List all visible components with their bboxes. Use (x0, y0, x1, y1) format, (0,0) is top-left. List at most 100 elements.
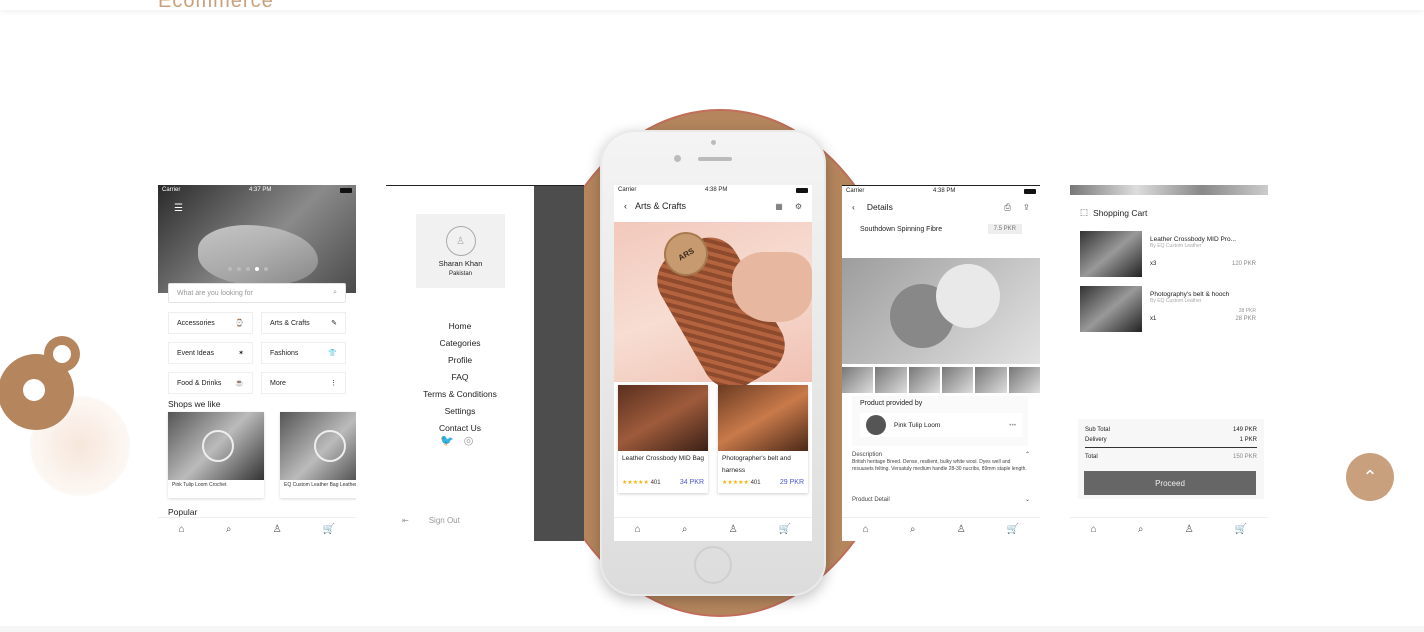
home-screen: Carrier 4:37 PM ☰ What are you looking f… (158, 185, 356, 541)
search-icon[interactable]: ⌕ (226, 524, 232, 535)
arts-header: ‹ Arts & Crafts ▦ ⚙ (614, 195, 812, 217)
decorative-blob (0, 336, 80, 430)
back-icon[interactable]: ‹ (852, 202, 855, 212)
logout-icon: ⇤ (402, 516, 409, 525)
double-chevron-up-icon: ⌃ (1362, 466, 1378, 487)
category-5[interactable]: More ⋮ (261, 372, 346, 394)
menu-item[interactable]: Categories (386, 335, 534, 352)
order-summary: Sub Total 149 PKR Delivery 1 PKR Total 150 … (1078, 419, 1264, 499)
cart-item[interactable]: Leather Crossbody MID Pro... By EQ Custo… (1080, 231, 1256, 277)
share-icon[interactable]: ⇪ (1023, 202, 1030, 213)
shop-card[interactable]: EQ Custom Leather Bag Leather (280, 412, 356, 498)
shop-card[interactable]: Pink Tulip Loom Crochet (168, 412, 264, 498)
search-icon[interactable]: ⌕ (333, 289, 337, 297)
sign-out-button[interactable]: ⇤ Sign Out (402, 516, 460, 525)
menu-item[interactable]: Settings (386, 403, 534, 420)
battery-icon (339, 187, 352, 193)
status-bar: Carrier 4:38 PM (614, 185, 812, 195)
menu-item[interactable]: Profile (386, 352, 534, 369)
avatar: ♙ (445, 226, 476, 256)
category-4[interactable]: Food & Drinks ☕ (168, 372, 253, 394)
watch-icon: ⌚ (235, 320, 244, 327)
profile-icon[interactable]: ♙ (957, 524, 966, 535)
user-name: Sharan Khan (438, 259, 483, 268)
grid-view-icon[interactable]: ▦ (775, 202, 783, 211)
cart-icon[interactable]: 🛒 (1007, 524, 1019, 535)
status-bar: Carrier 4:37 PM (158, 185, 356, 195)
bottom-nav: ⌂ ⌕ ♙ 🛒 (614, 517, 812, 541)
party-icon: ✶ (238, 350, 244, 357)
rating-stars: ★★★★★ 401 (722, 480, 761, 486)
cart-title: ⬚ Shopping Cart (1080, 207, 1148, 218)
user-country: Pakistan (448, 271, 472, 277)
product-card[interactable]: Photographer's belt and harness ★★★★★ 40… (718, 385, 808, 493)
menu-item[interactable]: FAQ (386, 369, 534, 386)
proceed-button[interactable]: Proceed (1084, 471, 1256, 495)
bag-icon: ⬚ (1080, 207, 1089, 217)
category-grid: Accessories ⌚ Arts & Crafts ✎ Event Ideas ✶ Fa… (168, 312, 346, 394)
chevron-down-icon[interactable]: ⌄ (1025, 497, 1030, 504)
profile-icon[interactable]: ♙ (729, 524, 738, 535)
search-icon[interactable]: ⌕ (682, 524, 688, 535)
carousel-dots[interactable] (228, 267, 268, 271)
seller-avatar (866, 415, 886, 435)
phone-mockup: Carrier 4:38 PM ‹ Arts & Crafts ▦ ⚙ ARS L… (600, 130, 826, 596)
price-tag: 7.5 PKR (987, 224, 1022, 234)
details-screen: Carrier 4:38 PM ‹ Details ⎙ ⇪ Southdown … (842, 185, 1040, 541)
cart-item[interactable]: Photography's belt & hooch By EQ Custom … (1080, 286, 1256, 332)
home-icon[interactable]: ⌂ (635, 524, 641, 535)
hamburger-menu-icon[interactable]: ☰ (174, 203, 183, 214)
popular-title: Popular (168, 507, 198, 517)
status-bar (1070, 185, 1268, 195)
profile-card[interactable]: ♙ Sharan Khan Pakistan (416, 214, 505, 288)
scroll-to-top-button[interactable]: ⌃ (1346, 453, 1394, 501)
dimmed-overlay[interactable] (534, 186, 584, 541)
arts-screen: Carrier 4:38 PM ‹ Arts & Crafts ▦ ⚙ ARS L… (614, 185, 812, 541)
details-header: ‹ Details ⎙ ⇪ (842, 196, 1040, 218)
menu-list: Home Categories Profile FAQ Terms & Conditio… (386, 318, 534, 437)
footer-strip (0, 626, 1424, 632)
menu-screen: ♙ Sharan Khan Pakistan Home Categories Pro… (386, 185, 584, 541)
description-section: Description ⌃ British heritage Breed. Den… (852, 452, 1030, 504)
category-0[interactable]: Accessories ⌚ (168, 312, 253, 334)
category-3[interactable]: Fashions 👕 (261, 342, 346, 364)
print-icon[interactable]: ⎙ (1004, 202, 1011, 213)
search-input[interactable]: What are you looking for ⌕ (168, 283, 346, 303)
menu-item[interactable]: Home (386, 318, 534, 335)
product-card[interactable]: Leather Crossbody MID Bag ★★★★★ 401 34 PK… (618, 385, 708, 493)
cart-screen: ⬚ Shopping Cart Leather Crossbody MID Pro… (1070, 185, 1268, 541)
cart-icon[interactable]: 🛒 (1235, 524, 1247, 535)
site-brand[interactable]: Ecommerce (158, 0, 274, 13)
search-icon[interactable]: ⌕ (910, 524, 916, 535)
product-title-row: Southdown Spinning Fibre 7.5 PKR (842, 218, 1040, 240)
menu-item[interactable]: Terms & Conditions (386, 386, 534, 403)
status-bar: Carrier 4:38 PM (842, 186, 1040, 196)
more-icon[interactable]: ••• (1009, 422, 1016, 429)
food-icon: ☕ (235, 380, 244, 387)
cart-icon[interactable]: 🛒 (323, 524, 335, 535)
page-title: Details (866, 202, 893, 212)
category-2[interactable]: Event Ideas ✶ (168, 342, 253, 364)
profile-icon[interactable]: ♙ (1185, 524, 1194, 535)
thumbnail-strip[interactable] (842, 367, 1040, 393)
home-button[interactable] (694, 546, 732, 584)
filter-icon[interactable]: ⚙ (795, 202, 802, 211)
shirt-icon: 👕 (328, 350, 337, 357)
more-icon: ⋮ (330, 380, 337, 387)
instagram-icon[interactable]: ◎ (464, 434, 474, 447)
home-icon[interactable]: ⌂ (179, 524, 185, 535)
arts-hero-image: ARS (614, 222, 812, 400)
twitter-icon[interactable]: 🐦 (440, 434, 454, 447)
back-icon[interactable]: ‹ (624, 201, 627, 211)
battery-icon (1023, 188, 1036, 194)
profile-icon[interactable]: ♙ (273, 524, 282, 535)
craft-icon: ✎ (331, 320, 337, 327)
shops-title: Shops we like (168, 399, 221, 409)
search-icon[interactable]: ⌕ (1138, 524, 1144, 535)
category-1[interactable]: Arts & Crafts ✎ (261, 312, 346, 334)
home-icon[interactable]: ⌂ (1091, 524, 1097, 535)
cart-icon[interactable]: 🛒 (779, 524, 791, 535)
seller-card[interactable]: Pink Tulip Loom ••• (860, 413, 1022, 437)
chevron-up-icon[interactable]: ⌃ (1025, 452, 1030, 459)
home-icon[interactable]: ⌂ (863, 524, 869, 535)
